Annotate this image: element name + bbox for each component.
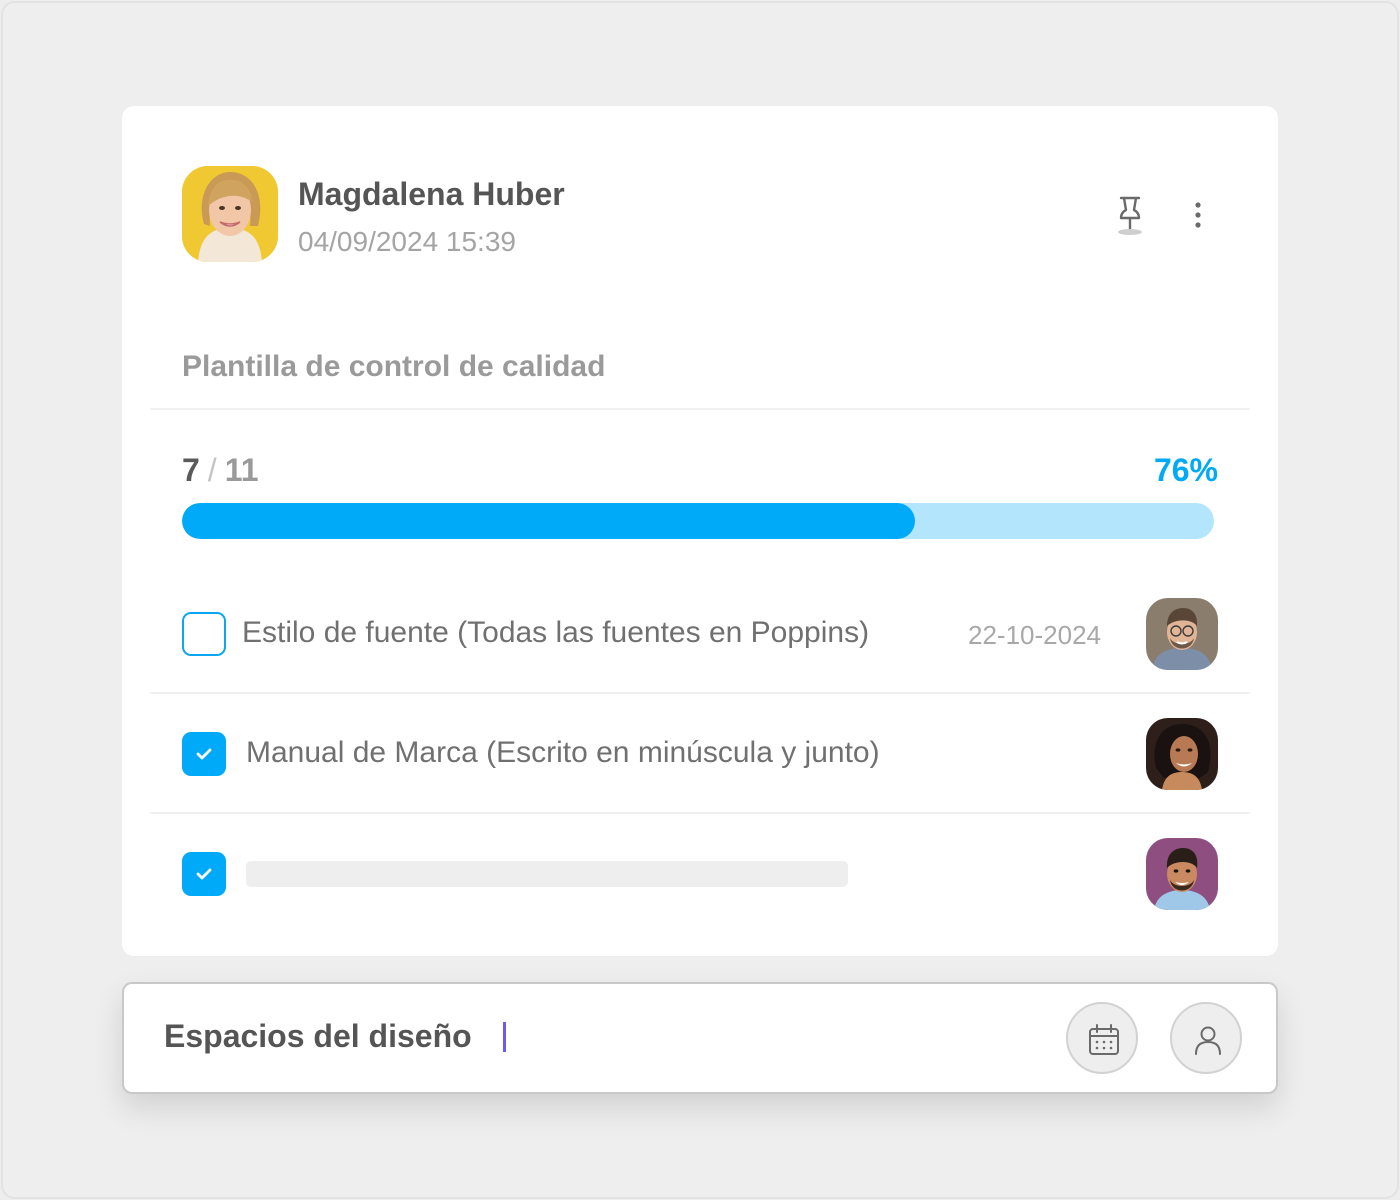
- composer-text[interactable]: Espacios del diseño: [164, 1018, 472, 1055]
- total-count: 11: [224, 452, 259, 488]
- progress-count: 7/11: [182, 452, 259, 489]
- text-caret: [503, 1022, 506, 1052]
- divider: [150, 408, 1250, 410]
- task-row: Manual de Marca (Escrito en minúscula y …: [122, 694, 1278, 814]
- completed-count: 7: [182, 452, 200, 488]
- task-row: [122, 814, 1278, 934]
- calendar-button[interactable]: [1066, 1002, 1138, 1074]
- task-row: Estilo de fuente (Todas las fuentes en P…: [122, 574, 1278, 694]
- task-checkbox[interactable]: [182, 732, 226, 776]
- composer-input[interactable]: Espacios del diseño: [122, 982, 1278, 1094]
- assignee-avatar[interactable]: [1146, 598, 1218, 670]
- author-name: Magdalena Huber: [298, 176, 565, 212]
- post-timestamp: 04/09/2024 15:39: [298, 226, 516, 257]
- more-vertical-icon[interactable]: [1182, 200, 1214, 230]
- count-separator: /: [207, 452, 217, 488]
- author-avatar[interactable]: [182, 166, 278, 262]
- checkmark-icon: [196, 748, 212, 760]
- progress-percent: 76%: [1153, 452, 1218, 488]
- checklist-card: Magdalena Huber 04/09/2024 15:39 Plantil…: [122, 106, 1278, 956]
- assignee-avatar[interactable]: [1146, 718, 1218, 790]
- checklist-title: Plantilla de control de calidad: [182, 350, 606, 383]
- task-text-placeholder: [246, 861, 848, 887]
- progress-bar: [182, 503, 1214, 539]
- checkmark-icon: [196, 868, 212, 880]
- task-checkbox[interactable]: [182, 852, 226, 896]
- task-text: Estilo de fuente (Todas las fuentes en P…: [242, 616, 870, 649]
- user-icon: [1195, 1026, 1221, 1055]
- task-text: Manual de Marca (Escrito en minúscula y …: [246, 736, 880, 769]
- pin-icon[interactable]: [1114, 194, 1146, 236]
- task-due-date: 22-10-2024: [968, 620, 1101, 650]
- task-checkbox[interactable]: [182, 612, 226, 656]
- progress-fill: [182, 503, 915, 539]
- calendar-icon: [1089, 1024, 1119, 1055]
- assign-user-button[interactable]: [1170, 1002, 1242, 1074]
- assignee-avatar[interactable]: [1146, 838, 1218, 910]
